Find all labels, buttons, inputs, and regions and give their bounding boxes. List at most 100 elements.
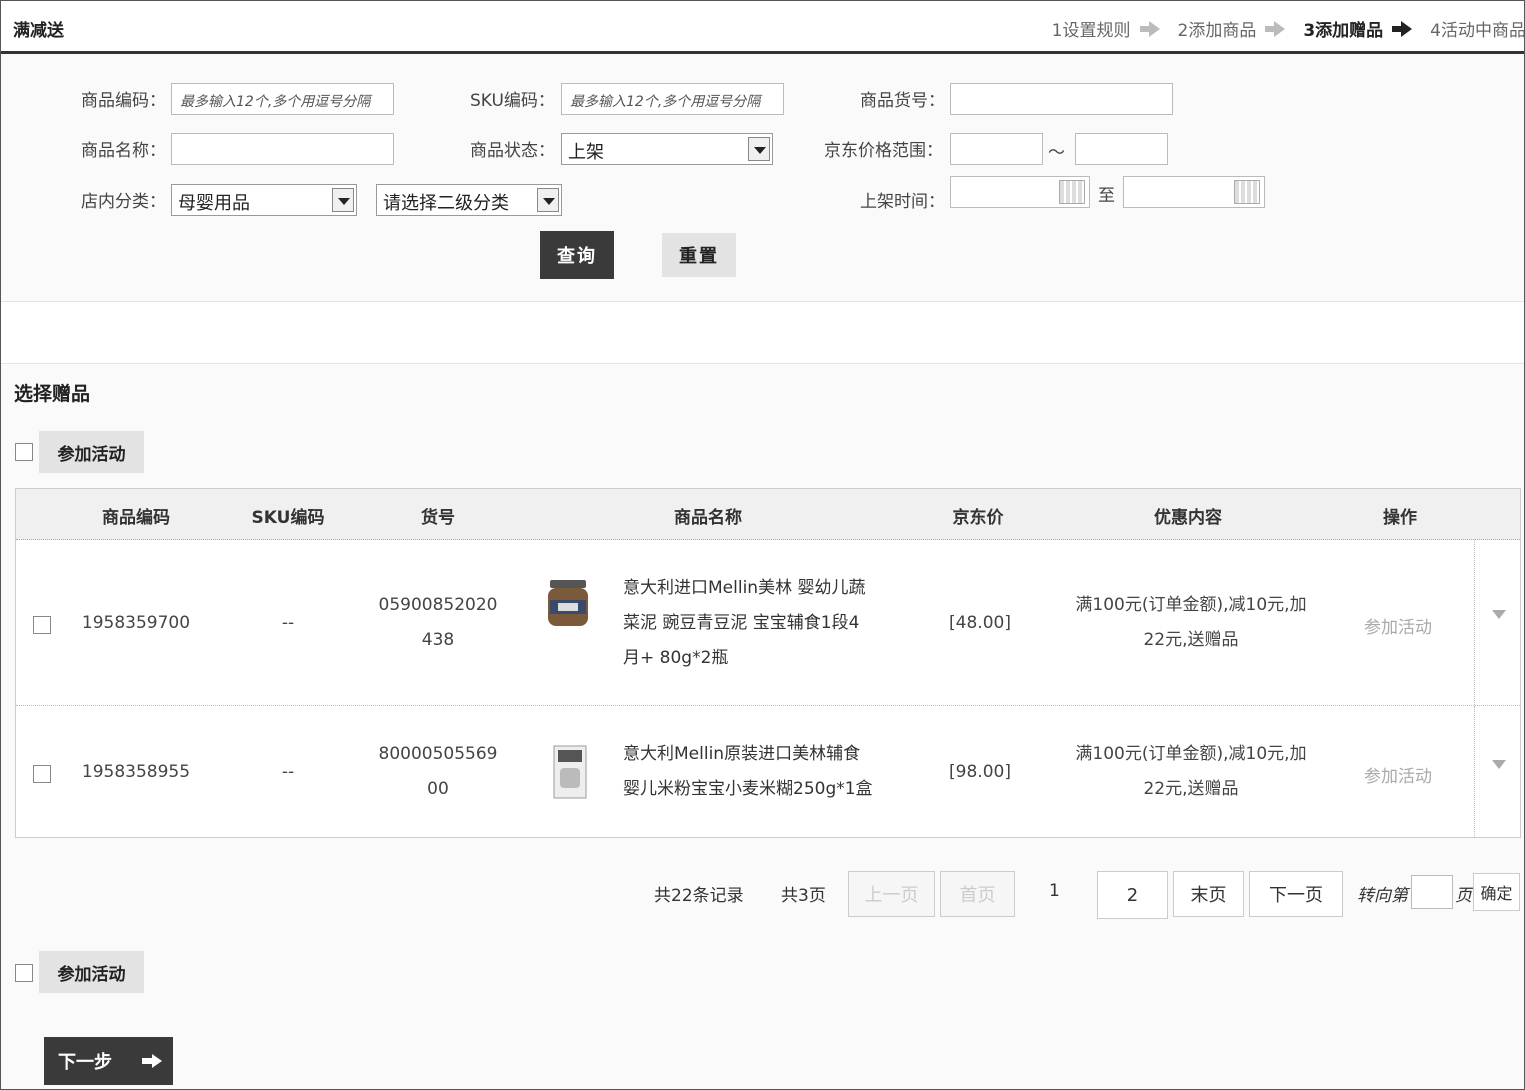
- total-records: 共22条记录: [654, 886, 744, 906]
- price-max-input[interactable]: [1075, 133, 1168, 165]
- select-all-checkbox-bottom[interactable]: [15, 964, 33, 982]
- spacer-band: [1, 301, 1524, 364]
- item-no-line: 80000505569: [378, 744, 498, 764]
- product-name-label: 商品名称：: [81, 141, 166, 161]
- product-code-input[interactable]: 最多输入12个,多个用逗号分隔: [171, 83, 394, 115]
- product-thumbnail[interactable]: [544, 576, 592, 632]
- column-header: 货号: [421, 508, 455, 528]
- step-arrow-icon: [1392, 20, 1413, 37]
- select-all-checkbox[interactable]: [15, 443, 33, 461]
- chevron-down-icon[interactable]: [748, 137, 770, 161]
- product-name-input[interactable]: [171, 133, 394, 165]
- row-expand[interactable]: [1474, 540, 1520, 705]
- item-no-line: 438: [421, 630, 455, 650]
- column-header: 商品名称: [674, 508, 742, 528]
- shelf-time-separator: 至: [1098, 186, 1115, 206]
- column-header: 优惠内容: [1154, 508, 1222, 528]
- product-name[interactable]: 意大利Mellin原装进口美林辅食 婴儿米粉宝宝小麦米糊250g*1盒: [623, 737, 903, 807]
- subcategory-select[interactable]: 请选择二级分类: [376, 184, 562, 216]
- product-code: 1958359700: [81, 613, 191, 633]
- category-select[interactable]: 母婴用品: [171, 184, 357, 216]
- join-activity-button[interactable]: 参加活动: [39, 431, 144, 473]
- shelf-time-end-input[interactable]: [1123, 176, 1265, 208]
- status-label: 商品状态：: [470, 141, 555, 161]
- price-range-separator: ～: [1048, 143, 1065, 163]
- step-4: 4活动中商品: [1430, 21, 1525, 41]
- join-activity-link[interactable]: 参加活动: [1364, 613, 1432, 638]
- triangle-down-icon[interactable]: [1492, 610, 1506, 619]
- calendar-icon[interactable]: [1234, 180, 1260, 204]
- sku-code: --: [281, 762, 295, 782]
- row-checkbox[interactable]: [33, 765, 51, 783]
- gift-table: 商品编码 SKU编码 货号 商品名称 京东价 优惠内容 操作 195835970…: [15, 488, 1521, 838]
- step-indicator: 1设置规则 2添加商品 3添加赠品 4活动中商品: [1051, 16, 1525, 41]
- prev-page-button[interactable]: 上一页: [848, 871, 935, 917]
- page-title: 满减送: [13, 21, 64, 41]
- join-activity-button-bottom[interactable]: 参加活动: [39, 951, 144, 993]
- step-2: 2添加商品: [1177, 21, 1257, 41]
- promo-line: 22元,送赠品: [1143, 630, 1239, 650]
- goto-label: 转向第: [1357, 886, 1408, 906]
- promo-line: 满100元(订单金额),减10元,加: [1075, 595, 1307, 615]
- last-page-button[interactable]: 末页: [1173, 871, 1244, 917]
- subcategory-value: 请选择二级分类: [383, 193, 509, 214]
- promo-line: 满100元(订单金额),减10元,加: [1075, 744, 1307, 764]
- sku-label: SKU编码：: [470, 91, 555, 111]
- calendar-icon[interactable]: [1059, 180, 1085, 204]
- jd-price: [48.00]: [949, 613, 1011, 633]
- reset-button[interactable]: 重置: [662, 233, 736, 277]
- column-header: SKU编码: [251, 508, 325, 528]
- sku-code: --: [281, 613, 295, 633]
- next-step-button[interactable]: 下一步: [44, 1037, 173, 1085]
- column-header: 商品编码: [102, 508, 170, 528]
- next-step-label: 下一步: [58, 1052, 112, 1073]
- top-bar: 满减送 1设置规则 2添加商品 3添加赠品 4活动中商品: [1, 1, 1525, 54]
- status-select[interactable]: 上架: [561, 133, 773, 165]
- section-title: 选择赠品: [14, 383, 91, 405]
- item-no-label: 商品货号：: [860, 91, 945, 111]
- column-header: 操作: [1383, 508, 1417, 528]
- query-button[interactable]: 查询: [540, 231, 614, 279]
- column-header: 京东价: [952, 508, 1004, 528]
- item-no-line: 00: [427, 779, 449, 799]
- sku-input[interactable]: 最多输入12个,多个用逗号分隔: [561, 83, 784, 115]
- row-expand[interactable]: [1474, 706, 1520, 838]
- jd-price: [98.00]: [949, 762, 1011, 782]
- category-label: 店内分类：: [81, 192, 166, 212]
- shelf-time-start-input[interactable]: [950, 176, 1090, 208]
- total-pages: 共3页: [781, 886, 826, 906]
- item-no-line: 05900852020: [378, 595, 498, 615]
- table-header: 商品编码 SKU编码 货号 商品名称 京东价 优惠内容 操作: [16, 489, 1520, 540]
- confirm-page-button[interactable]: 确定: [1473, 873, 1520, 911]
- first-page-button[interactable]: 首页: [940, 871, 1015, 917]
- item-no: 05900852020 438: [368, 588, 508, 658]
- item-no-input[interactable]: [950, 83, 1173, 115]
- promo-line: 22元,送赠品: [1143, 779, 1239, 799]
- triangle-down-icon[interactable]: [1492, 760, 1506, 769]
- product-name-line: 菜泥 豌豆青豆泥 宝宝辅食1段4: [623, 613, 860, 633]
- row-checkbox[interactable]: [33, 616, 51, 634]
- arrow-right-icon: [142, 1054, 162, 1068]
- page-frame: 满减送 1设置规则 2添加商品 3添加赠品 4活动中商品 商品编码： 最多输入1…: [0, 0, 1525, 1090]
- chevron-down-icon[interactable]: [537, 188, 559, 212]
- chevron-down-icon[interactable]: [332, 188, 354, 212]
- product-thumbnail[interactable]: [548, 744, 592, 800]
- goto-page-input[interactable]: [1411, 875, 1453, 909]
- step-arrow-icon: [1139, 20, 1160, 37]
- step-3: 3添加赠品: [1303, 21, 1384, 41]
- product-name[interactable]: 意大利进口Mellin美林 婴幼儿蔬 菜泥 豌豆青豆泥 宝宝辅食1段4 月+ 8…: [623, 571, 903, 676]
- current-page: 1: [1049, 881, 1060, 901]
- promo-content: 满100元(订单金额),减10元,加 22元,送赠品: [1056, 737, 1326, 807]
- goto-suffix: 页: [1455, 886, 1472, 906]
- product-name-line: 意大利进口Mellin美林 婴幼儿蔬: [623, 578, 866, 598]
- join-activity-link[interactable]: 参加活动: [1364, 762, 1432, 787]
- promo-content: 满100元(订单金额),减10元,加 22元,送赠品: [1056, 588, 1326, 658]
- next-page-button[interactable]: 下一页: [1249, 871, 1343, 917]
- price-min-input[interactable]: [950, 133, 1043, 165]
- shelf-time-label: 上架时间：: [860, 192, 945, 212]
- step-1: 1设置规则: [1051, 21, 1131, 41]
- product-name-line: 月+ 80g*2瓶: [623, 648, 729, 668]
- item-no: 80000505569 00: [368, 737, 508, 807]
- product-code-label: 商品编码：: [81, 91, 166, 111]
- page-2-button[interactable]: 2: [1097, 871, 1168, 919]
